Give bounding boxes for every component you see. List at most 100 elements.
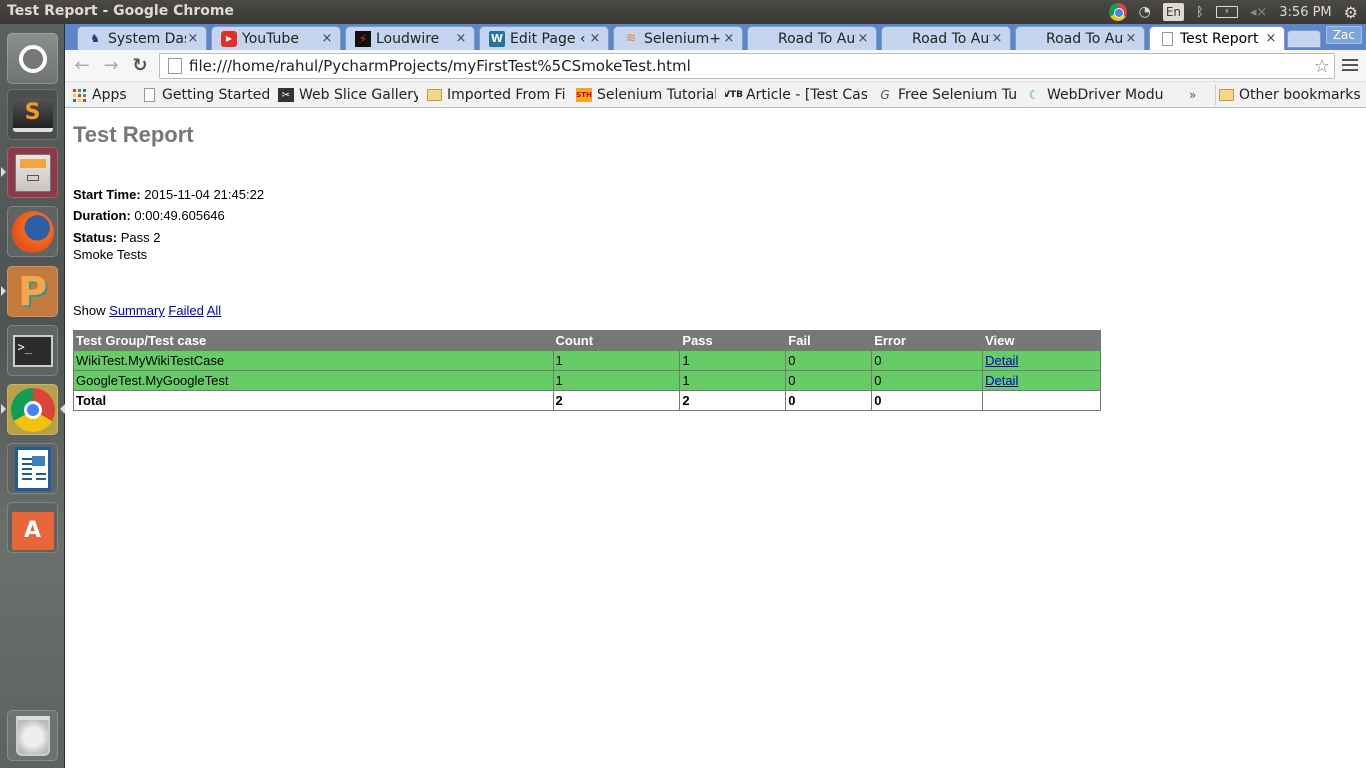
column-header: Fail — [785, 330, 873, 351]
launcher-files[interactable] — [1, 147, 58, 198]
close-tab-icon[interactable]: × — [856, 31, 870, 46]
launcher-sublime-text[interactable]: S — [7, 89, 58, 140]
tab-strip: ♞ System Das × ▶ YouTube × ⚡ Loudwire × … — [65, 24, 1366, 50]
status: Status: Pass 2 — [73, 230, 161, 245]
test-case-name: GoogleTest.MyGoogleTest — [73, 370, 554, 391]
bookmark-star-icon[interactable]: ☆ — [1310, 56, 1334, 77]
top-panel: Test Report - Google Chrome ◔ En ᛒ ⚡ ◂× … — [0, 0, 1366, 24]
total-pass: 2 — [679, 390, 787, 411]
tab-system-dashboard[interactable]: ♞ System Das × — [77, 26, 207, 50]
launcher-chrome[interactable] — [1, 384, 65, 435]
chrome-icon — [10, 387, 55, 432]
close-tab-icon[interactable]: × — [320, 31, 334, 46]
address-bar[interactable]: ☆ — [159, 53, 1335, 79]
webslice-icon: ✂ — [278, 88, 294, 102]
bookmarks-overflow-button[interactable]: » — [1189, 85, 1203, 105]
pass-cell: 1 — [679, 370, 787, 391]
url-input[interactable] — [189, 57, 1310, 75]
webdriver-icon: ☾ — [1028, 88, 1040, 102]
bookmark-apps[interactable]: Apps — [71, 85, 131, 105]
terminal-icon: >_ — [12, 334, 53, 367]
back-button[interactable]: ← — [71, 56, 93, 76]
page-icon — [141, 88, 157, 102]
column-header: Error — [871, 330, 984, 351]
launcher-dash-button[interactable] — [7, 33, 58, 84]
tab-test-report[interactable]: Test Report × — [1149, 26, 1285, 50]
keyboard-layout-indicator[interactable]: En — [1162, 2, 1185, 22]
filter-failed-link[interactable]: Failed — [168, 303, 203, 318]
close-tab-icon[interactable]: × — [588, 31, 602, 46]
jenkins-icon: ♞ — [90, 32, 100, 45]
window-title: Test Report - Google Chrome — [7, 3, 234, 19]
count-cell: 1 — [552, 370, 681, 391]
writer-document-icon — [14, 446, 51, 491]
close-tab-icon[interactable]: × — [454, 31, 468, 46]
ubuntu-logo-icon — [18, 44, 47, 73]
firefox-icon — [11, 210, 54, 253]
power-gear-icon[interactable]: ⚙ — [1344, 2, 1358, 22]
bookmark-free-selenium-tutorial[interactable]: G Free Selenium Tut — [877, 85, 1017, 105]
bookmark-imported-from-firefox[interactable]: Imported From Fi — [426, 85, 569, 105]
launcher-libreoffice-writer[interactable] — [7, 443, 58, 494]
launcher-pycharm[interactable]: P — [1, 266, 58, 317]
tab-edit-page[interactable]: W Edit Page ‹ S × — [479, 26, 609, 50]
chrome-menu-button[interactable] — [1342, 56, 1358, 74]
bookmark-web-slice-gallery[interactable]: ✂ Web Slice Gallery — [278, 85, 418, 105]
close-tab-icon[interactable]: × — [186, 31, 200, 46]
shopping-bag-icon: A — [11, 511, 54, 550]
tab-road-to-automation-2[interactable]: Road To Aut × — [881, 26, 1011, 50]
tab-loudwire[interactable]: ⚡ Loudwire × — [345, 26, 475, 50]
bookmark-other-bookmarks[interactable]: Other bookmarks — [1215, 85, 1365, 105]
apps-icon — [71, 88, 87, 102]
fail-cell: 0 — [785, 370, 873, 391]
page-content: Test Report Start Time: 2015-11-04 21:45… — [65, 109, 1366, 768]
detail-link[interactable]: Detail — [985, 353, 1018, 368]
profile-button[interactable]: Zac — [1325, 26, 1362, 44]
battery-icon[interactable]: ⚡ — [1215, 2, 1238, 22]
total-label: Total — [73, 390, 554, 411]
reload-button[interactable]: ↻ — [129, 56, 151, 76]
trash-icon — [15, 715, 50, 756]
volume-muted-icon[interactable]: ◂× — [1250, 2, 1267, 22]
table-header-row: Test Group/Test case Count Pass Fail Err… — [73, 330, 1101, 351]
bookmarks-bar: Apps Getting Started ✂ Web Slice Gallery… — [65, 82, 1366, 108]
bookmark-webdriver-module[interactable]: ☾ WebDriver Modu — [1026, 85, 1166, 105]
pycharm-icon: P — [17, 268, 48, 315]
blank-favicon-icon — [1025, 31, 1041, 47]
close-tab-icon[interactable]: × — [722, 31, 736, 46]
launcher-firefox[interactable] — [7, 206, 58, 257]
launcher-software-center[interactable]: A — [7, 502, 58, 553]
result-table: Test Group/Test case Count Pass Fail Err… — [73, 330, 1101, 411]
wifi-icon[interactable]: ◔ — [1139, 2, 1151, 22]
tab-road-to-automation-3[interactable]: Road To Aut × — [1015, 26, 1145, 50]
total-row: Total 2 2 0 0 — [73, 390, 1101, 411]
detail-link[interactable]: Detail — [985, 373, 1018, 388]
filter-all-link[interactable]: All — [207, 303, 221, 318]
new-tab-button[interactable] — [1287, 30, 1321, 48]
system-tray: ◔ En ᛒ ⚡ ◂× 3:56 PM ⚙ — [1097, 2, 1358, 22]
wordpress-icon: W — [489, 30, 505, 47]
bookmark-getting-started[interactable]: Getting Started — [141, 85, 271, 105]
sublime-text-icon: S — [12, 97, 53, 132]
browser-toolbar: ← → ↻ ☆ — [65, 50, 1366, 82]
tab-youtube[interactable]: ▶ YouTube × — [211, 26, 341, 50]
close-tab-icon[interactable]: × — [1264, 31, 1278, 46]
total-fail: 0 — [785, 390, 873, 411]
forward-button[interactable]: → — [100, 56, 122, 76]
view-cell: Detail — [982, 350, 1101, 371]
tab-road-to-automation-1[interactable]: Road To Aut × — [747, 26, 877, 50]
close-tab-icon[interactable]: × — [1124, 31, 1138, 46]
test-case-name: WikiTest.MyWikiTestCase — [73, 350, 554, 371]
blank-favicon-icon — [757, 31, 773, 47]
bookmark-article-test-case[interactable]: VTB Article - [Test Cas — [725, 85, 867, 105]
launcher-terminal[interactable]: >_ — [7, 325, 58, 376]
column-header: Pass — [679, 330, 787, 351]
tab-selenium-python[interactable]: ≋ Selenium+p × — [613, 26, 743, 50]
close-tab-icon[interactable]: × — [990, 31, 1004, 46]
launcher-trash[interactable] — [7, 710, 58, 761]
chrome-tray-icon[interactable] — [1108, 2, 1127, 22]
filter-summary-link[interactable]: Summary — [109, 303, 165, 318]
bluetooth-icon[interactable]: ᛒ — [1196, 2, 1204, 22]
clock[interactable]: 3:56 PM — [1279, 2, 1331, 22]
bookmark-selenium-tutorial[interactable]: STH Selenium Tutorial — [576, 85, 716, 105]
